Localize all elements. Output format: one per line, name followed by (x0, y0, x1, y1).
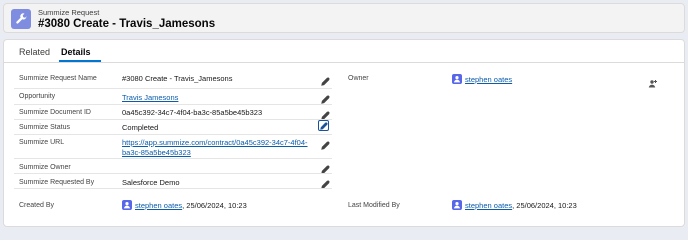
active-tab-indicator (59, 60, 101, 62)
owner-link[interactable]: stephen oates (465, 75, 512, 84)
page-title: #3080 Create - Travis_Jamesons (38, 18, 216, 30)
change-owner-icon[interactable] (648, 76, 658, 88)
field-value-status: Completed (122, 123, 159, 132)
tab-related[interactable]: Related (19, 47, 50, 57)
field-label-status: Summize Status (19, 124, 70, 131)
field-label-last-modified-by: Last Modified By (348, 202, 400, 209)
field-divider (14, 104, 332, 105)
edit-status-pencil-icon[interactable] (318, 120, 329, 131)
created-by-user-link[interactable]: stephen oates (135, 201, 182, 210)
details-card: Related Details (3, 39, 685, 227)
owner-avatar-icon (452, 74, 462, 84)
edit-requested-by-pencil-icon[interactable] (321, 176, 330, 189)
created-by-date: , 25/06/2024, 10:23 (182, 201, 247, 210)
field-value-request-name: #3080 Create - Travis_Jamesons (122, 74, 233, 83)
tab-bar: Related Details (4, 40, 684, 63)
edit-document-id-pencil-icon[interactable] (321, 107, 330, 120)
last-modified-by-avatar-icon (452, 200, 462, 210)
last-modified-by-user-link[interactable]: stephen oates (465, 201, 512, 210)
field-label-document-id: Summize Document ID (19, 109, 91, 116)
field-value-requested-by: Salesforce Demo (122, 178, 180, 187)
summize-url-link[interactable]: https://app.summize.com/contract/0a45c39… (122, 138, 312, 158)
created-by-avatar-icon (122, 200, 132, 210)
edit-opportunity-pencil-icon[interactable] (321, 91, 330, 104)
field-label-requested-by: Summize Requested By (19, 179, 95, 186)
field-divider (14, 173, 332, 174)
field-label-created-by: Created By (19, 202, 55, 209)
created-by-value: stephen oates, 25/06/2024, 10:23 (135, 201, 247, 210)
last-modified-by-value: stephen oates, 25/06/2024, 10:23 (465, 201, 577, 210)
field-divider (14, 134, 332, 135)
record-header: Summize Request #3080 Create - Travis_Ja… (3, 3, 685, 33)
opportunity-link[interactable]: Travis Jamesons (122, 93, 178, 102)
field-divider (14, 88, 332, 89)
field-value-document-id: 0a45c392-34c7-4f04-ba3c-85a5be45b323 (122, 108, 263, 117)
edit-request-name-pencil-icon[interactable] (321, 73, 330, 86)
wrench-icon (11, 9, 31, 29)
field-label-opportunity: Opportunity (19, 93, 56, 100)
field-label-url: Summize URL (19, 139, 65, 146)
edit-summize-owner-pencil-icon[interactable] (321, 161, 330, 174)
field-label-summize-owner: Summize Owner (19, 164, 71, 171)
field-divider (14, 119, 332, 120)
object-type-label: Summize Request (38, 8, 100, 17)
last-modified-by-date: , 25/06/2024, 10:23 (512, 201, 577, 210)
field-label-request-name: Summize Request Name (19, 75, 97, 82)
edit-url-pencil-icon[interactable] (321, 137, 330, 150)
field-divider (14, 158, 332, 159)
tab-details[interactable]: Details (61, 47, 91, 57)
field-label-owner: Owner (348, 75, 369, 82)
field-divider (14, 188, 332, 189)
